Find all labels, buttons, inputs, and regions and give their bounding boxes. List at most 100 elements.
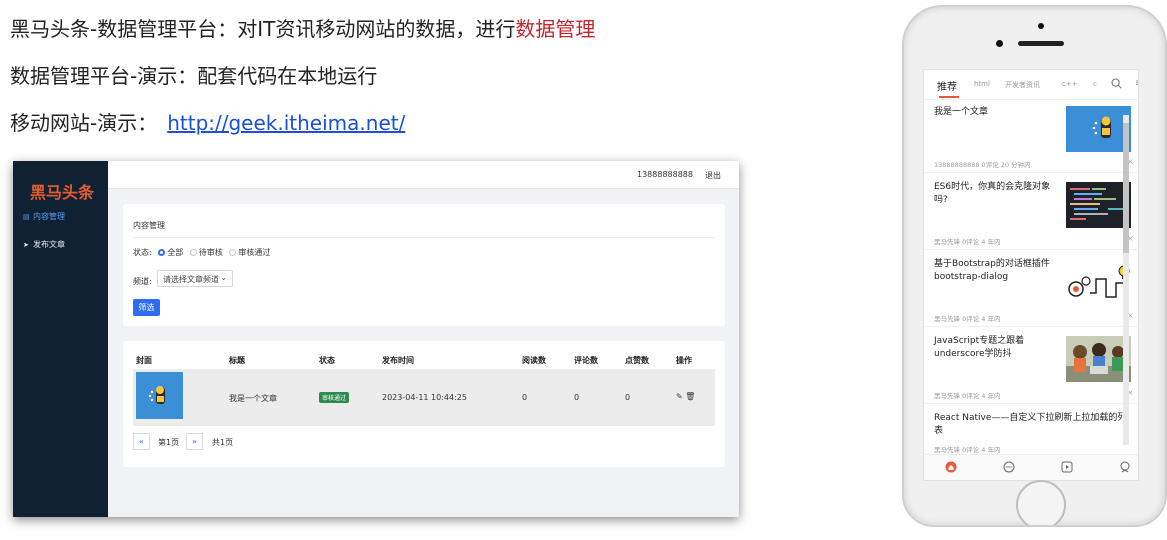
col-header-title: 标题: [229, 356, 245, 365]
article-title-cell: 我是一个文章: [229, 394, 277, 403]
tabbar-item-profile[interactable]: 我的: [1105, 458, 1138, 480]
phone-speaker: [1018, 41, 1064, 46]
reads-cell: 0: [522, 393, 528, 402]
article-meta: 黑马先锋 0评论 4 年内: [934, 315, 1001, 323]
filter-card: 内容管理 状态: 全部 待审核 审核通过 频道: 请选择文章频道 ⌄ 筛选: [123, 204, 725, 326]
radio-pending[interactable]: [189, 249, 197, 256]
article-thumbnail-code: [1066, 182, 1131, 228]
radio-pending-label: 待审核: [198, 248, 223, 257]
tab-recommend[interactable]: 推荐: [937, 78, 957, 93]
phone-camera: [996, 40, 1003, 47]
card-divider: [133, 237, 715, 238]
article-meta: 黑马先锋 0评论 4 年内: [934, 446, 1001, 454]
tabbar-label: 首页: [931, 478, 971, 480]
col-header-time: 发布时间: [382, 356, 414, 365]
status-badge: 审核通过: [319, 392, 350, 403]
radio-approved[interactable]: [229, 249, 237, 256]
slide-line-3-text: 移动网站-演示：: [10, 111, 158, 135]
col-header-reads: 阅读数: [522, 356, 546, 365]
logout-link[interactable]: 退出: [705, 170, 721, 181]
col-header-cover: 封面: [136, 356, 152, 365]
article-title[interactable]: 我是一个文章: [934, 106, 1062, 119]
channel-select-placeholder: 请选择文章频道: [163, 275, 219, 284]
channel-select[interactable]: 请选择文章频道 ⌄: [157, 270, 233, 287]
channel-tabs: 推荐 html 开发者资讯 c++ c ≡: [924, 70, 1138, 100]
admin-screenshot: 黑马头条 ▤ 内容管理 ➤ 发布文章 13888888888 退出 内容管理 状态:…: [13, 161, 739, 517]
chat-icon: [1003, 461, 1015, 473]
sidebar-item-publish[interactable]: ➤ 发布文章: [23, 239, 65, 250]
slide-line-2: 数据管理平台-演示：配套代码在本地运行: [10, 64, 378, 88]
article-title[interactable]: 基于Bootstrap的对话框插件bootstrap-dialog: [934, 258, 1062, 284]
total-pages-label: 共1页: [212, 438, 234, 447]
article-cover-image: [136, 372, 183, 419]
mobile-scrollbar[interactable]: [1123, 115, 1129, 445]
channel-label: 频道:: [133, 277, 152, 286]
sidebar-item-label: 内容管理: [33, 212, 65, 221]
articles-table-card: 封面 标题 状态 发布时间 阅读数 评论数 点赞数 操作 我是一个文章 审核通过…: [123, 341, 725, 467]
col-header-status: 状态: [319, 356, 335, 365]
row-actions: ✎ 🗑: [676, 392, 695, 401]
article-title[interactable]: JavaScript专题之跟着underscore学防抖: [934, 335, 1059, 361]
tabbar-item-qa[interactable]: 问答: [989, 458, 1029, 480]
radio-all-label: 全部: [167, 248, 184, 257]
home-icon: [945, 461, 957, 473]
slide-line-1: 黑马头条-数据管理平台：对IT资讯移动网站的数据，进行数据管理: [10, 13, 595, 42]
status-label: 状态:: [133, 248, 152, 257]
article-meta: 13888888888 0评论 20 分钟内: [934, 161, 1031, 169]
mobile-tabbar: 首页 问答 视频 我的: [924, 454, 1138, 480]
article-thumbnail-kids: [1066, 336, 1131, 382]
next-page-button[interactable]: »: [186, 433, 203, 450]
tab-c[interactable]: c: [1093, 80, 1097, 88]
article-thumbnail-robot: [1066, 106, 1131, 152]
card-title: 内容管理: [133, 221, 165, 230]
tabbar-item-home[interactable]: 首页: [931, 458, 971, 480]
user-phone: 13888888888: [637, 170, 693, 179]
mobile-site-link[interactable]: http://geek.itheima.net/: [167, 111, 405, 135]
comments-cell: 0: [574, 393, 580, 402]
tabbar-item-video[interactable]: 视频: [1047, 458, 1087, 480]
radio-all[interactable]: [158, 249, 166, 256]
prev-page-button[interactable]: «: [133, 433, 150, 450]
tab-cpp[interactable]: c++: [1062, 80, 1078, 88]
likes-cell: 0: [625, 393, 631, 402]
tabbar-label: 视频: [1047, 478, 1087, 480]
edit-icon[interactable]: ✎: [676, 392, 683, 401]
tab-dev-news[interactable]: 开发者资讯: [1005, 80, 1040, 90]
phone-home-button[interactable]: [1016, 480, 1066, 525]
mobile-screen: 推荐 html 开发者资讯 c++ c ≡ 我是一个文章 13888888888…: [923, 69, 1139, 481]
article-meta: 黑马先锋 0评论 4 年内: [934, 238, 1001, 246]
admin-topbar: 13888888888 退出: [108, 161, 739, 189]
col-header-comments: 评论数: [574, 356, 598, 365]
article-divider: [924, 249, 1138, 250]
article-meta: 黑马先锋 0评论 4 年内: [934, 392, 1001, 400]
document-icon: ▤: [23, 213, 30, 221]
tab-html[interactable]: html: [974, 80, 990, 88]
sidebar-item-content[interactable]: ▤ 内容管理: [23, 211, 65, 222]
status-filter: 状态: 全部 待审核 审核通过: [133, 247, 270, 258]
phone-mockup: 推荐 html 开发者资讯 c++ c ≡ 我是一个文章 13888888888…: [902, 5, 1167, 527]
article-title[interactable]: React Native——自定义下拉刷新上拉加载的列表: [934, 412, 1134, 438]
col-header-actions: 操作: [676, 356, 692, 365]
chevron-down-icon: ⌄: [220, 273, 227, 282]
send-icon: ➤: [23, 241, 29, 249]
article-divider: [924, 326, 1138, 327]
slide-line-3: 移动网站-演示： http://geek.itheima.net/: [10, 107, 405, 136]
scrollbar-thumb[interactable]: [1123, 123, 1129, 253]
menu-icon[interactable]: ≡: [1135, 78, 1138, 89]
tabbar-label: 我的: [1105, 478, 1138, 480]
phone-sensor: [1038, 23, 1044, 29]
admin-logo: 黑马头条: [30, 183, 95, 202]
delete-icon[interactable]: 🗑: [685, 392, 695, 401]
article-divider: [924, 172, 1138, 173]
filter-button[interactable]: 筛选: [133, 299, 160, 316]
slide-line-1-text: 黑马头条-数据管理平台：对IT资讯移动网站的数据，进行: [10, 17, 516, 41]
publish-time-cell: 2023-04-11 10:44:25: [382, 393, 467, 402]
slide-line-1-highlight: 数据管理: [515, 17, 596, 41]
tabbar-label: 问答: [989, 478, 1029, 480]
video-icon: [1061, 461, 1073, 473]
article-divider: [924, 403, 1138, 404]
sidebar-item-label: 发布文章: [33, 240, 65, 249]
article-title[interactable]: ES6时代，你真的会克隆对象吗?: [934, 181, 1059, 207]
admin-sidebar: 黑马头条 ▤ 内容管理 ➤ 发布文章: [13, 161, 108, 517]
search-icon[interactable]: [1111, 78, 1122, 89]
